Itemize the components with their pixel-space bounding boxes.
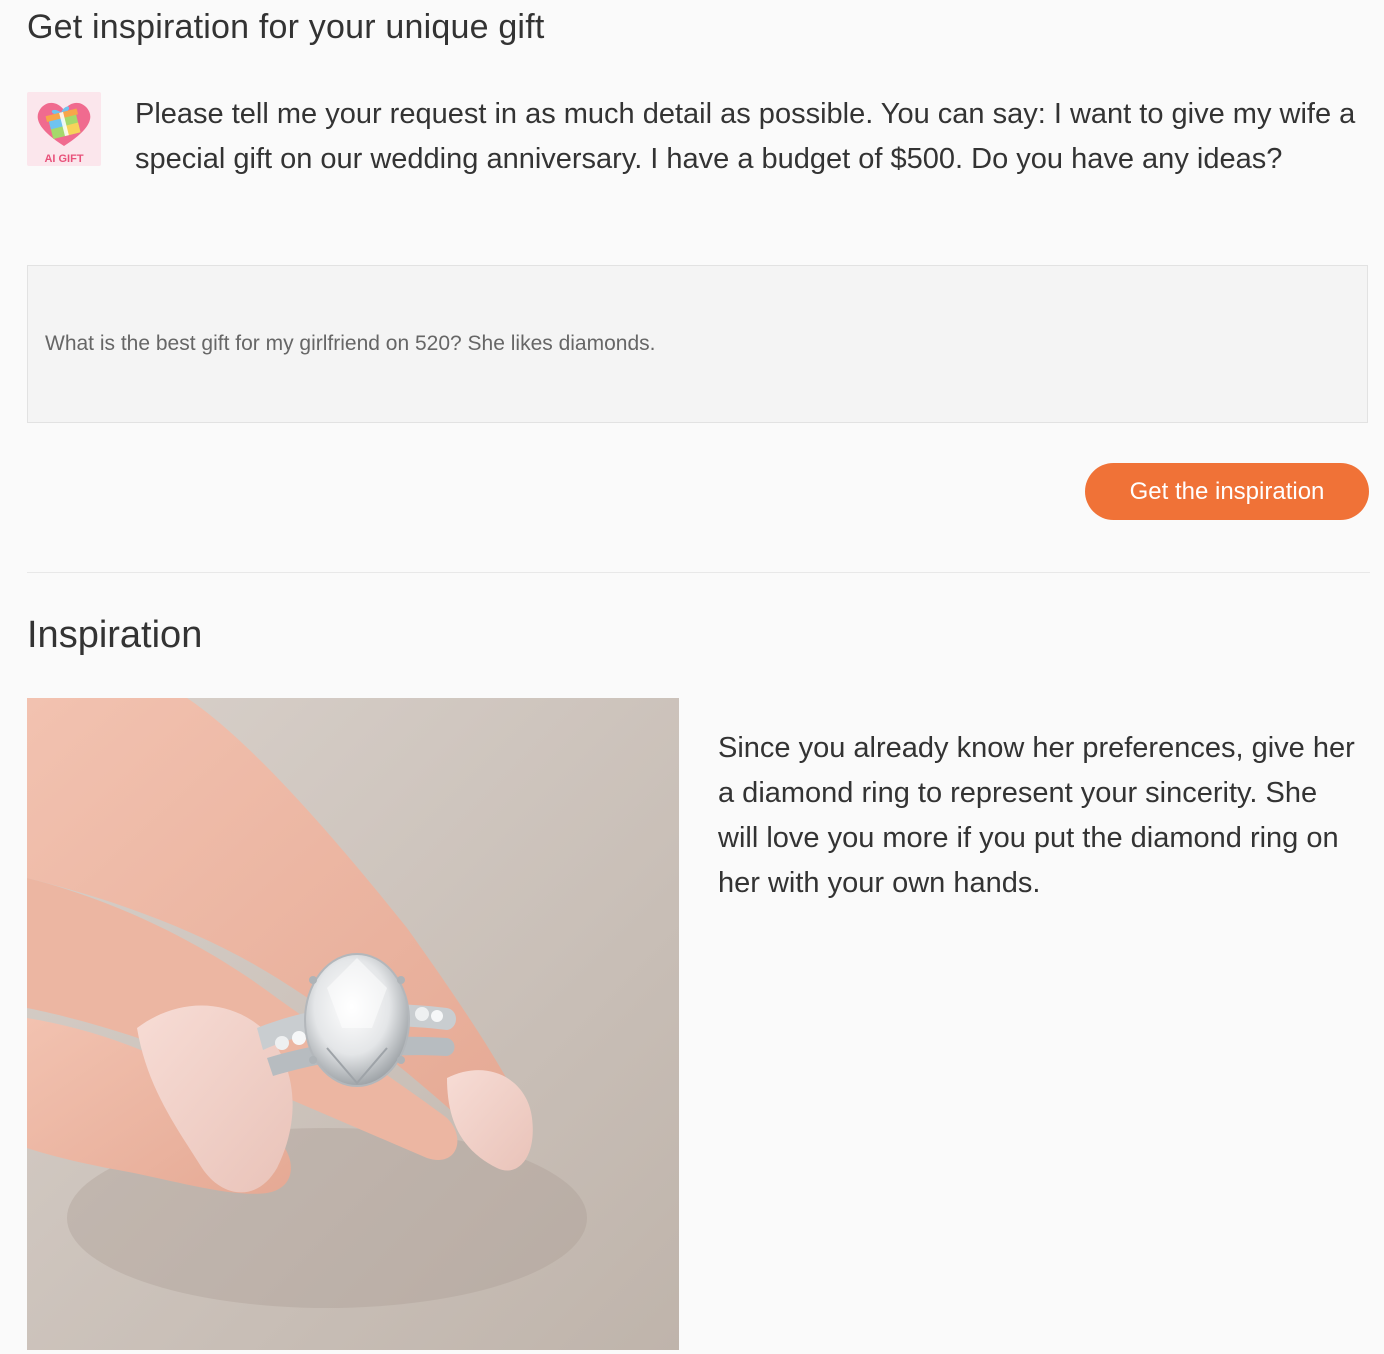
logo-text: AI GIFT <box>44 153 83 165</box>
ai-gift-logo: AI GIFT <box>27 92 101 166</box>
assistant-intro: Please tell me your request in as much d… <box>135 98 1356 175</box>
prompt-input[interactable]: What is the best gift for my girlfriend … <box>27 265 1368 423</box>
page-title: Get inspiration for your unique gift <box>27 8 545 46</box>
prompt-input-value: What is the best gift for my girlfriend … <box>45 332 656 355</box>
get-inspiration-button[interactable]: Get the inspiration <box>1085 463 1369 520</box>
gift-heart-icon: AI GIFT <box>37 102 91 165</box>
section-divider <box>27 572 1370 573</box>
inspiration-title: Inspiration <box>27 614 203 656</box>
diamond-ring-photo <box>27 698 679 1350</box>
page: Get inspiration for your unique gift AI … <box>0 0 1384 1354</box>
inspiration-text: Since you already know her preferences, … <box>718 732 1355 899</box>
